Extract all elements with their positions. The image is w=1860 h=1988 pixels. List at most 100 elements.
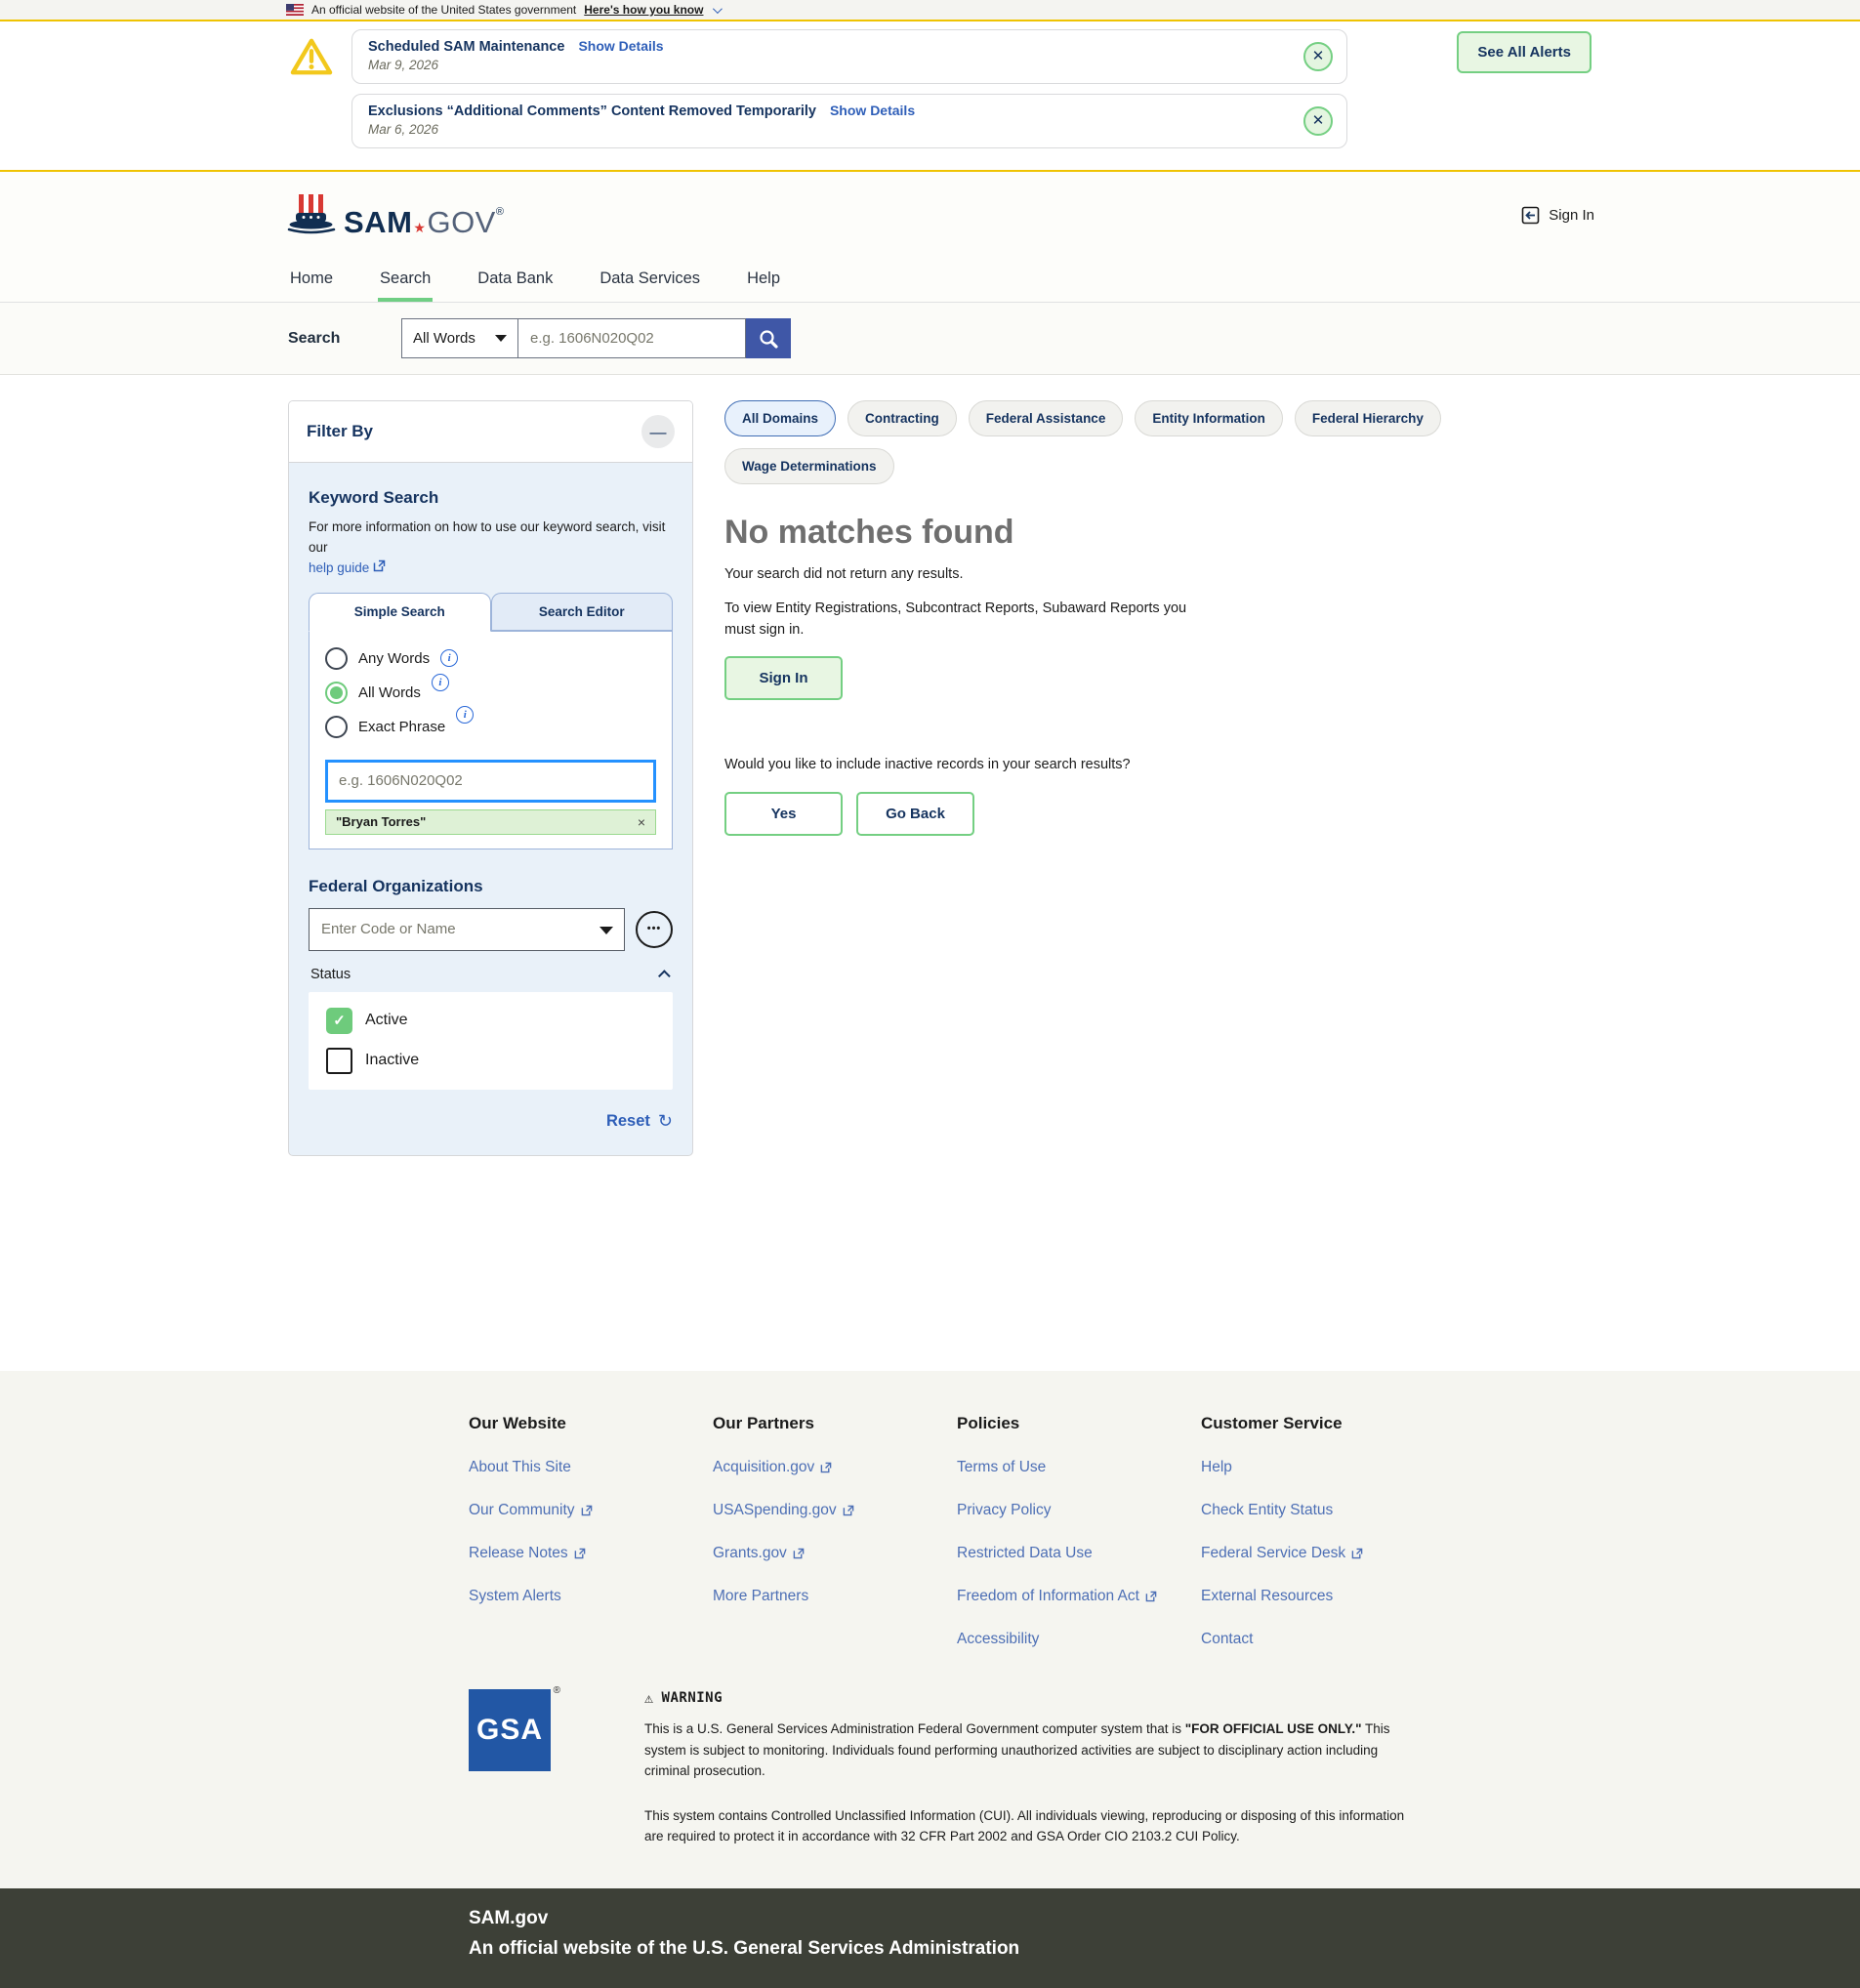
sign-in-label: Sign In bbox=[1549, 207, 1594, 224]
footer-link-help[interactable]: Help bbox=[1201, 1459, 1445, 1476]
show-details-link[interactable]: Show Details bbox=[830, 103, 915, 118]
select-caret-icon bbox=[495, 335, 507, 342]
footer-col-policies: Policies Terms of Use Privacy Policy Res… bbox=[957, 1414, 1201, 1648]
footer-link-release-notes[interactable]: Release Notes bbox=[469, 1545, 713, 1562]
gov-banner: An official website of the United States… bbox=[0, 0, 1860, 21]
nav-item-home[interactable]: Home bbox=[288, 258, 335, 302]
checkbox-inactive[interactable] bbox=[326, 1048, 352, 1074]
reset-icon: ↻ bbox=[658, 1111, 673, 1132]
chevron-down-icon[interactable] bbox=[713, 4, 723, 14]
pill-wage-determinations[interactable]: Wage Determinations bbox=[724, 448, 894, 484]
close-alert-button[interactable]: ✕ bbox=[1303, 106, 1333, 136]
how-you-know-link[interactable]: Here's how you know bbox=[584, 3, 703, 17]
header-sign-in[interactable]: Sign In bbox=[1520, 205, 1594, 226]
inactive-records-question: Would you like to include inactive recor… bbox=[724, 755, 1564, 776]
keyword-info-text: For more information on how to use our k… bbox=[309, 519, 665, 555]
footer-link-foia[interactable]: Freedom of Information Act bbox=[957, 1588, 1201, 1605]
checkbox-inactive-label: Inactive bbox=[365, 1052, 419, 1069]
alert-date: Mar 6, 2026 bbox=[368, 122, 1288, 137]
footer-link-contact[interactable]: Contact bbox=[1201, 1631, 1445, 1648]
footer-link-terms-of-use[interactable]: Terms of Use bbox=[957, 1459, 1201, 1476]
footer-heading: Customer Service bbox=[1201, 1414, 1445, 1433]
minus-icon: — bbox=[650, 423, 667, 441]
footer-link-grants-gov[interactable]: Grants.gov bbox=[713, 1545, 957, 1562]
pill-contracting[interactable]: Contracting bbox=[847, 400, 957, 436]
radio-any-words[interactable] bbox=[325, 647, 348, 670]
footer-link-more-partners[interactable]: More Partners bbox=[713, 1588, 957, 1605]
chevron-up-icon[interactable] bbox=[658, 971, 671, 983]
footer-heading: Our Partners bbox=[713, 1414, 957, 1433]
radio-exact-phrase-label: Exact Phrase bbox=[358, 719, 445, 735]
pill-entity-information[interactable]: Entity Information bbox=[1135, 400, 1283, 436]
keyword-chip: "Bryan Torres" × bbox=[325, 809, 656, 835]
info-icon[interactable]: i bbox=[440, 649, 458, 667]
nav-item-data-services[interactable]: Data Services bbox=[598, 258, 702, 302]
footer-col-customer-service: Customer Service Help Check Entity Statu… bbox=[1201, 1414, 1445, 1648]
federal-orgs-combobox[interactable] bbox=[309, 908, 625, 951]
chip-text: "Bryan Torres" bbox=[336, 814, 426, 829]
show-details-link[interactable]: Show Details bbox=[578, 38, 663, 54]
footer-link-check-entity-status[interactable]: Check Entity Status bbox=[1201, 1502, 1445, 1519]
search-button[interactable] bbox=[746, 318, 791, 358]
footer-link-accessibility[interactable]: Accessibility bbox=[957, 1631, 1201, 1648]
radio-all-words[interactable] bbox=[325, 682, 348, 704]
info-icon[interactable]: i bbox=[456, 706, 474, 724]
see-all-alerts-button[interactable]: See All Alerts bbox=[1457, 31, 1591, 73]
footer-link-external-resources[interactable]: External Resources bbox=[1201, 1588, 1445, 1605]
search-type-value: All Words bbox=[413, 330, 475, 347]
help-guide-link[interactable]: help guide bbox=[309, 560, 369, 575]
brand-gov: GOV bbox=[427, 205, 495, 239]
footer-link-usaspending-gov[interactable]: USASpending.gov bbox=[713, 1502, 957, 1519]
alert-card: Scheduled SAM Maintenance Show Details M… bbox=[351, 29, 1347, 84]
footer-link-system-alerts[interactable]: System Alerts bbox=[469, 1588, 713, 1605]
checkbox-active-label: Active bbox=[365, 1012, 408, 1029]
tab-search-editor[interactable]: Search Editor bbox=[491, 593, 674, 631]
status-toggle[interactable]: Status bbox=[309, 967, 673, 982]
keyword-input[interactable] bbox=[325, 760, 656, 803]
footer-site-subtitle: An official website of the U.S. General … bbox=[469, 1938, 1860, 1960]
filter-by-title: Filter By bbox=[307, 422, 373, 441]
pill-federal-hierarchy[interactable]: Federal Hierarchy bbox=[1295, 400, 1441, 436]
federal-orgs-input[interactable] bbox=[309, 908, 625, 951]
radio-exact-phrase[interactable] bbox=[325, 716, 348, 738]
collapse-filter-button[interactable]: — bbox=[641, 415, 675, 448]
sam-gov-logo[interactable]: SAM★GOV® bbox=[285, 192, 504, 237]
main-content: Filter By — Keyword Search For more info… bbox=[0, 375, 1860, 1371]
external-link-icon bbox=[1351, 1548, 1363, 1559]
go-back-button[interactable]: Go Back bbox=[856, 792, 974, 836]
footer-link-restricted-data-use[interactable]: Restricted Data Use bbox=[957, 1545, 1201, 1562]
footer-link-federal-service-desk[interactable]: Federal Service Desk bbox=[1201, 1545, 1445, 1562]
warning-paragraph-1: This is a U.S. General Services Administ… bbox=[644, 1719, 1406, 1782]
reset-button[interactable]: Reset ↻ bbox=[309, 1111, 673, 1132]
footer-link-acquisition-gov[interactable]: Acquisition.gov bbox=[713, 1459, 957, 1476]
external-link-icon bbox=[1145, 1591, 1157, 1602]
pill-federal-assistance[interactable]: Federal Assistance bbox=[969, 400, 1124, 436]
search-input[interactable] bbox=[518, 318, 746, 358]
alert-row: Scheduled SAM Maintenance Show Details M… bbox=[289, 29, 1347, 84]
gsa-logo: GSA bbox=[469, 1689, 551, 1771]
info-icon[interactable]: i bbox=[432, 674, 449, 691]
checkbox-active[interactable]: ✓ bbox=[326, 1008, 352, 1034]
nav-item-search[interactable]: Search bbox=[378, 258, 433, 302]
chip-close-icon[interactable]: × bbox=[638, 814, 645, 830]
footer-link-privacy-policy[interactable]: Privacy Policy bbox=[957, 1502, 1201, 1519]
footer-col-our-website: Our Website About This Site Our Communit… bbox=[469, 1414, 713, 1648]
nav-item-data-bank[interactable]: Data Bank bbox=[475, 258, 555, 302]
warning-paragraph-2: This system contains Controlled Unclassi… bbox=[644, 1805, 1406, 1847]
nav-item-help[interactable]: Help bbox=[745, 258, 782, 302]
sign-in-button[interactable]: Sign In bbox=[724, 656, 843, 700]
footer-link-about-this-site[interactable]: About This Site bbox=[469, 1459, 713, 1476]
federal-orgs-heading: Federal Organizations bbox=[309, 877, 673, 896]
close-alert-button[interactable]: ✕ bbox=[1303, 42, 1333, 71]
search-type-select[interactable]: All Words bbox=[401, 318, 518, 358]
radio-all-words-label: All Words bbox=[358, 684, 421, 701]
tab-simple-search[interactable]: Simple Search bbox=[309, 593, 491, 632]
yes-button[interactable]: Yes bbox=[724, 792, 843, 836]
pill-all-domains[interactable]: All Domains bbox=[724, 400, 836, 436]
footer-site-title: SAM.gov bbox=[469, 1908, 1860, 1929]
footer-link-our-community[interactable]: Our Community bbox=[469, 1502, 713, 1519]
simple-search-panel: Any Words i All Words i Exact Phrase i "… bbox=[309, 631, 673, 849]
alert-date: Mar 9, 2026 bbox=[368, 58, 1288, 72]
more-options-button[interactable]: ••• bbox=[636, 911, 673, 948]
warning-title: WARNING bbox=[662, 1690, 723, 1706]
